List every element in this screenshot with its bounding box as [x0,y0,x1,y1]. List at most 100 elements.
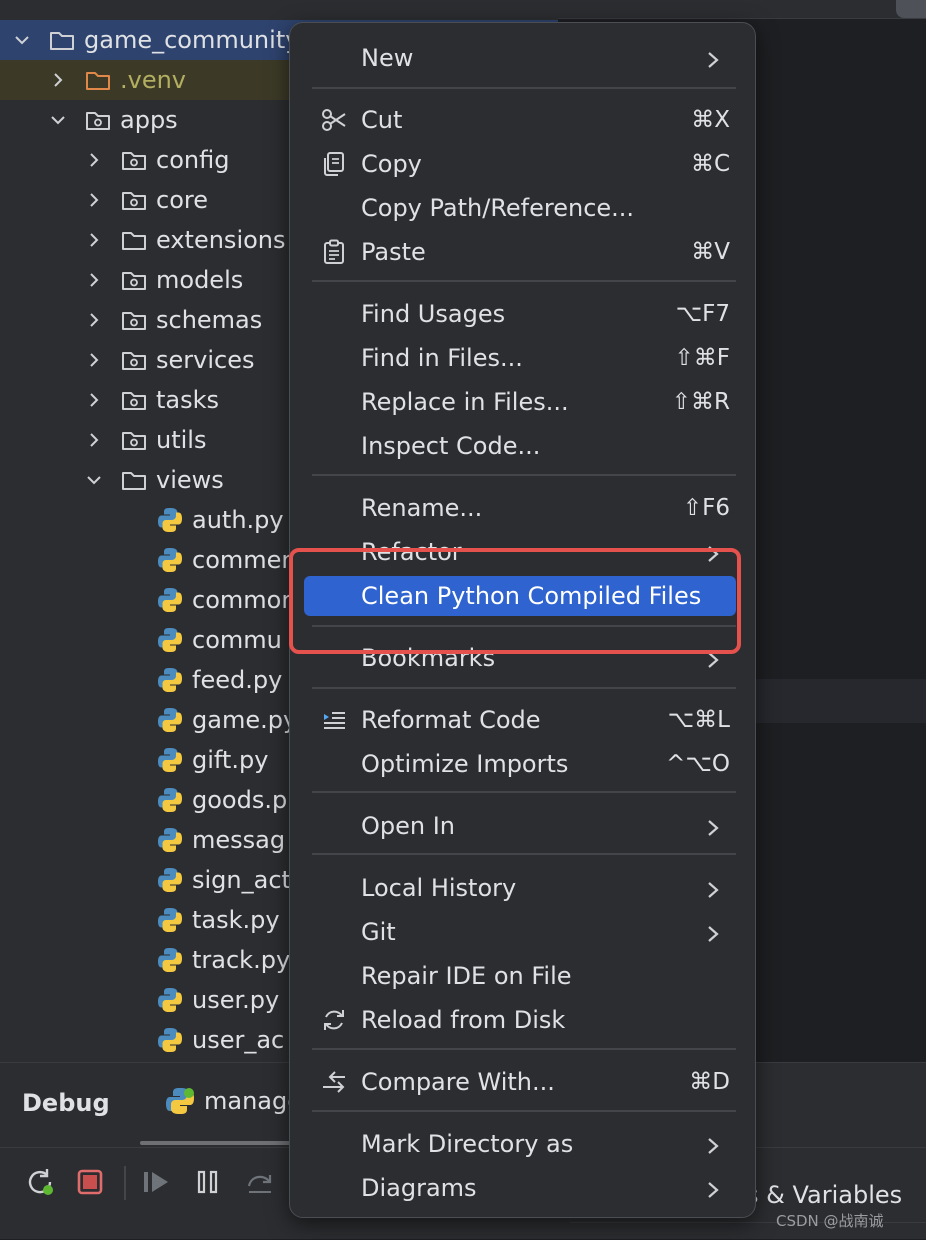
tree-item-label: schemas [156,306,263,334]
tree-item-label: views [156,466,224,494]
tree-item-label: config [156,146,230,174]
menu-item-label: Local History [361,874,517,902]
tree-item-label: auth.py [192,506,284,534]
debug-session-tab[interactable]: manage [164,1085,302,1117]
menu-item-label: Optimize Imports [361,750,569,778]
chevron-right-icon[interactable] [84,430,104,450]
menu-item-label: Repair IDE on File [361,962,572,990]
menu-item-mark-directory-as[interactable]: Mark Directory as [304,1124,736,1164]
python-file-icon [156,506,184,534]
menu-separator [312,474,736,476]
package-folder-icon [120,386,148,414]
chevron-down-icon[interactable] [84,470,104,490]
menu-item-cut[interactable]: Cut ⌘X [304,100,736,140]
tree-item-label: .venv [120,66,187,94]
folder-icon [84,66,112,94]
tree-item-label: commu [192,626,282,654]
menu-item-label: Inspect Code... [361,432,541,460]
python-file-icon [156,866,184,894]
rerun-debug-button[interactable] [22,1164,58,1200]
pause-program-button[interactable] [190,1164,226,1200]
menu-item-paste[interactable]: Paste ⌘V [304,232,736,272]
threads-variables-tab[interactable]: s & Variables [746,1181,902,1209]
submenu-arrow-icon [706,878,720,898]
submenu-arrow-icon [706,48,720,68]
menu-item-label: Diagrams [361,1174,477,1202]
chevron-down-icon[interactable] [12,30,32,50]
menu-item-shortcut: ^⌥O [666,751,730,777]
tree-item-label: gift.py [192,746,269,774]
python-file-icon [156,626,184,654]
menu-item-open-in[interactable]: Open In [304,806,736,846]
tree-item-label: commen [192,546,297,574]
menu-item-copy-path-reference[interactable]: Copy Path/Reference... [304,188,736,228]
clipboard-icon [320,238,348,266]
menu-item-inspect-code[interactable]: Inspect Code... [304,426,736,466]
debug-tab-label: manage [204,1087,303,1115]
menu-separator [312,687,736,689]
copy-icon [320,150,348,178]
menu-item-shortcut: ⇧⌘R [671,389,730,415]
menu-item-find-usages[interactable]: Find Usages ⌥F7 [304,294,736,334]
menu-item-shortcut: ⌥F7 [675,301,730,327]
resume-program-button[interactable] [138,1164,174,1200]
folder-icon [120,226,148,254]
python-file-icon [156,546,184,574]
tree-item-label: game.py [192,706,298,734]
menu-item-rename[interactable]: Rename... ⇧F6 [304,488,736,528]
menu-item-shortcut: ⇧F6 [682,495,730,521]
tree-item-label: models [156,266,244,294]
package-folder-icon [120,426,148,454]
python-file-icon [156,946,184,974]
folder-icon [120,466,148,494]
menu-item-compare-with[interactable]: Compare With... ⌘D [304,1062,736,1102]
tree-item-label: sign_act [192,866,291,894]
menu-item-label: Replace in Files... [361,388,569,416]
python-file-icon [156,986,184,1014]
tree-item-label: tasks [156,386,220,414]
tree-item-label: game_community [84,26,300,54]
chevron-right-icon[interactable] [84,350,104,370]
package-folder-icon [120,306,148,334]
submenu-arrow-icon [706,1178,720,1198]
menu-item-reformat-code[interactable]: Reformat Code ⌥⌘L [304,700,736,740]
chevron-down-icon[interactable] [48,110,68,130]
menu-item-reload-from-disk[interactable]: Reload from Disk [304,1000,736,1040]
editor-scrollbar[interactable] [896,0,926,18]
menu-item-label: Mark Directory as [361,1130,574,1158]
menu-item-repair-ide-on-file[interactable]: Repair IDE on File [304,956,736,996]
submenu-arrow-icon [706,816,720,836]
stop-button[interactable] [72,1164,108,1200]
chevron-right-icon[interactable] [84,230,104,250]
menu-item-label: Paste [361,238,426,266]
active-tab-indicator [140,1141,300,1145]
menu-item-label: Open In [361,812,456,840]
package-folder-icon [120,266,148,294]
menu-item-label: Rename... [361,494,483,522]
menu-item-diagrams[interactable]: Diagrams [304,1168,736,1208]
menu-item-local-history[interactable]: Local History [304,868,736,908]
menu-item-replace-in-files[interactable]: Replace in Files... ⇧⌘R [304,382,736,422]
menu-item-shortcut: ⌘V [691,239,730,265]
menu-item-new[interactable]: New [304,38,736,78]
tree-item-label: messag [192,826,286,854]
menu-item-git[interactable]: Git [304,912,736,952]
python-file-icon [156,786,184,814]
menu-item-optimize-imports[interactable]: Optimize Imports ^⌥O [304,744,736,784]
menu-separator [312,1048,736,1050]
tree-item-label: track.py [192,946,291,974]
chevron-right-icon[interactable] [84,390,104,410]
menu-item-shortcut: ⌘D [689,1069,730,1095]
chevron-right-icon[interactable] [48,70,68,90]
chevron-right-icon[interactable] [84,270,104,290]
package-folder-icon [120,146,148,174]
menu-item-label: Copy [361,150,422,178]
menu-item-find-in-files[interactable]: Find in Files... ⇧⌘F [304,338,736,378]
submenu-arrow-icon [706,1134,720,1154]
menu-item-copy[interactable]: Copy ⌘C [304,144,736,184]
step-over-button[interactable] [242,1164,278,1200]
menu-item-label: Reload from Disk [361,1006,566,1034]
chevron-right-icon[interactable] [84,310,104,330]
chevron-right-icon[interactable] [84,190,104,210]
chevron-right-icon[interactable] [84,150,104,170]
